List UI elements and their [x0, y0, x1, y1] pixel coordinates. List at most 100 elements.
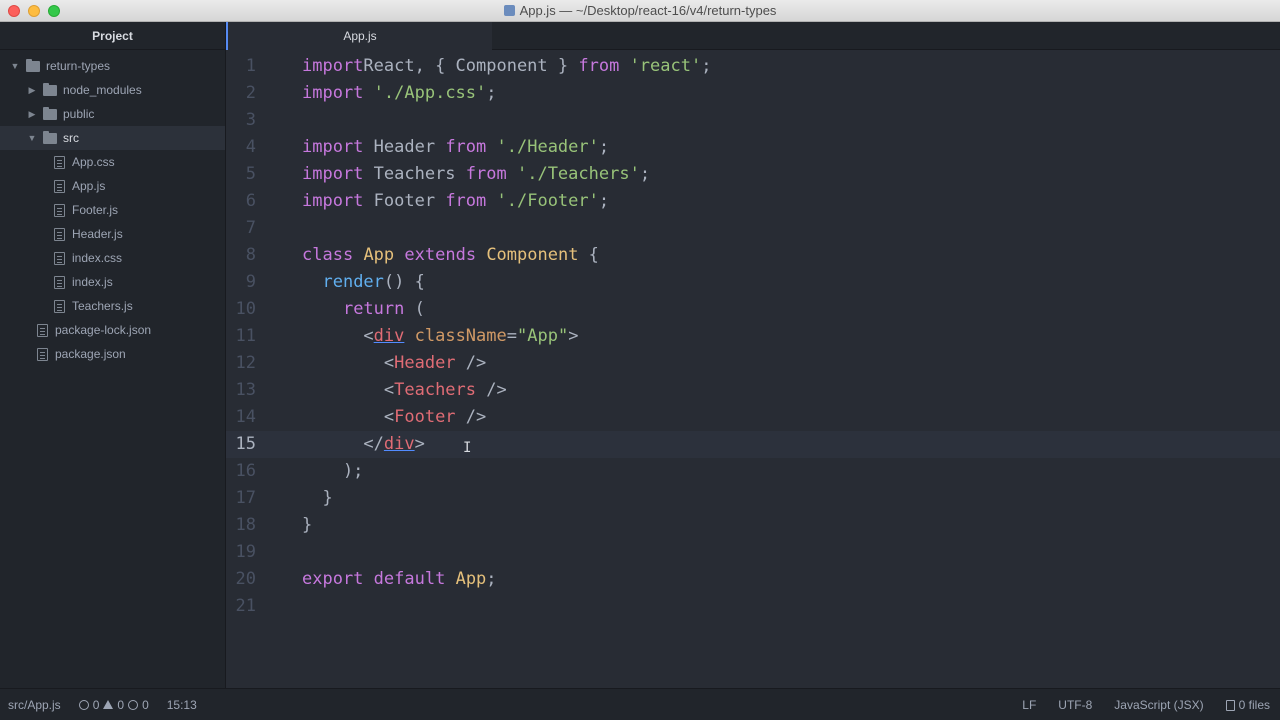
code-line[interactable]: 1 importReact, { Component } from 'react'…: [226, 53, 1280, 80]
code-token: 'react': [629, 56, 702, 76]
code-token: />: [476, 380, 507, 400]
status-encoding[interactable]: UTF-8: [1058, 698, 1092, 712]
status-file-path[interactable]: src/App.js: [8, 698, 61, 712]
window-controls: [8, 5, 60, 17]
code-token: export: [302, 569, 364, 589]
code-line[interactable]: 11 <div className="App">: [226, 323, 1280, 350]
code-editor[interactable]: 1 importReact, { Component } from 'react'…: [226, 50, 1280, 688]
line-code: class App extends Component {: [302, 242, 599, 269]
line-code: import './App.css';: [302, 80, 497, 107]
tree-folder-node-modules[interactable]: ▶ node_modules: [0, 78, 225, 102]
code-line[interactable]: 13 <Teachers />: [226, 377, 1280, 404]
line-code: }: [302, 485, 332, 512]
code-token: './Footer': [496, 191, 599, 211]
code-line[interactable]: 18}: [226, 512, 1280, 539]
info-icon: [128, 699, 139, 710]
window-title-wrap: App.js — ~/Desktop/react-16/v4/return-ty…: [503, 3, 776, 18]
code-token: (: [404, 299, 425, 319]
code-line[interactable]: 10 return (: [226, 296, 1280, 323]
code-token: div: [373, 326, 405, 346]
code-line[interactable]: 7: [226, 215, 1280, 242]
chevron-down-icon[interactable]: ▼: [25, 133, 39, 143]
tree-item-label: index.js: [72, 275, 113, 289]
code-line[interactable]: 3: [226, 107, 1280, 134]
line-number: 17: [235, 488, 256, 508]
code-line[interactable]: 19: [226, 539, 1280, 566]
project-sidebar: Project ▼ return-types ▶ node_modules ▶ publi…: [0, 22, 226, 688]
code-token: ;: [486, 83, 497, 103]
files-icon: [1225, 699, 1235, 711]
code-line[interactable]: 5 import Teachers from './Teachers';: [226, 161, 1280, 188]
line-code: import Teachers from './Teachers';: [302, 161, 650, 188]
close-window-button[interactable]: [8, 5, 20, 17]
folder-icon: [43, 130, 57, 144]
status-grammar[interactable]: JavaScript (JSX): [1114, 698, 1203, 712]
tree-folder-src[interactable]: ▼ src: [0, 126, 225, 150]
code-token: <: [302, 380, 395, 400]
status-cursor-position[interactable]: 15:13: [167, 698, 197, 712]
tree-item-label: public: [63, 107, 95, 121]
code-token: <: [302, 353, 395, 373]
code-line[interactable]: 14 <Footer />: [226, 404, 1280, 431]
tree-file-app-js[interactable]: App.js: [0, 174, 225, 198]
file-icon: [37, 347, 48, 361]
sidebar-header[interactable]: Project: [0, 22, 225, 50]
code-line[interactable]: 16 );: [226, 458, 1280, 485]
tree-file-app-css[interactable]: App.css: [0, 150, 225, 174]
code-line[interactable]: 15 </div>: [226, 431, 1280, 458]
status-bar: src/App.js 0 0 0 15:13 LF UTF-8 JavaScri…: [0, 688, 1280, 720]
tree-item-label: node_modules: [63, 83, 142, 97]
tree-file-footer-js[interactable]: Footer.js: [0, 198, 225, 222]
tab-app-js[interactable]: App.js: [226, 22, 492, 50]
code-token: </: [302, 434, 384, 454]
chevron-right-icon[interactable]: ▶: [25, 85, 39, 96]
code-line[interactable]: 4 import Header from './Header';: [226, 134, 1280, 161]
line-number: 19: [235, 542, 256, 562]
line-code: <Header />: [302, 350, 486, 377]
chevron-down-icon[interactable]: ▼: [8, 61, 22, 71]
code-line[interactable]: 8 class App extends Component {: [226, 242, 1280, 269]
code-token: default: [373, 569, 446, 589]
tree-file-index-js[interactable]: index.js: [0, 270, 225, 294]
tree-folder-public[interactable]: ▶ public: [0, 102, 225, 126]
code-line[interactable]: 9 render() {: [226, 269, 1280, 296]
code-line[interactable]: 12 <Header />: [226, 350, 1280, 377]
code-token: return: [342, 299, 405, 319]
code-token: import: [302, 164, 364, 184]
code-token: ;: [598, 191, 610, 211]
tree-file-teachers-js[interactable]: Teachers.js: [0, 294, 225, 318]
tree-item-label: App.js: [72, 179, 106, 193]
tree-item-label: Teachers.js: [72, 299, 133, 313]
code-token: >: [568, 326, 579, 346]
code-token: import: [302, 191, 364, 211]
line-number: 5: [245, 164, 256, 184]
status-diagnostics[interactable]: 0 0 0: [78, 698, 149, 712]
code-line[interactable]: 2 import './App.css';: [226, 80, 1280, 107]
code-token: Footer: [363, 191, 446, 211]
line-number: 18: [235, 515, 256, 535]
tree-file-package-json[interactable]: package.json: [0, 342, 225, 366]
code-token: Footer: [394, 407, 456, 427]
chevron-right-icon[interactable]: ▶: [25, 109, 39, 120]
code-line[interactable]: 17 }: [226, 485, 1280, 512]
file-icon: [37, 323, 48, 337]
tree-file-header-js[interactable]: Header.js: [0, 222, 225, 246]
code-line[interactable]: 21: [226, 593, 1280, 620]
file-icon: [54, 275, 65, 289]
tree-item-label: return-types: [46, 59, 111, 73]
line-code: <div className="App">: [302, 323, 578, 350]
maximize-window-button[interactable]: [48, 5, 60, 17]
status-line-ending[interactable]: LF: [1022, 698, 1036, 712]
folder-icon: [43, 106, 57, 120]
tree-file-package-lock-json[interactable]: package-lock.json: [0, 318, 225, 342]
line-number: 13: [235, 380, 256, 400]
code-line[interactable]: 20 export default App;: [226, 566, 1280, 593]
tree-file-index-css[interactable]: index.css: [0, 246, 225, 270]
tree-folder-return-types[interactable]: ▼ return-types: [0, 54, 225, 78]
minimize-window-button[interactable]: [28, 5, 40, 17]
error-icon: [78, 699, 89, 710]
code-line[interactable]: 6 import Footer from './Footer';: [226, 188, 1280, 215]
status-files[interactable]: 0 files: [1225, 698, 1270, 712]
